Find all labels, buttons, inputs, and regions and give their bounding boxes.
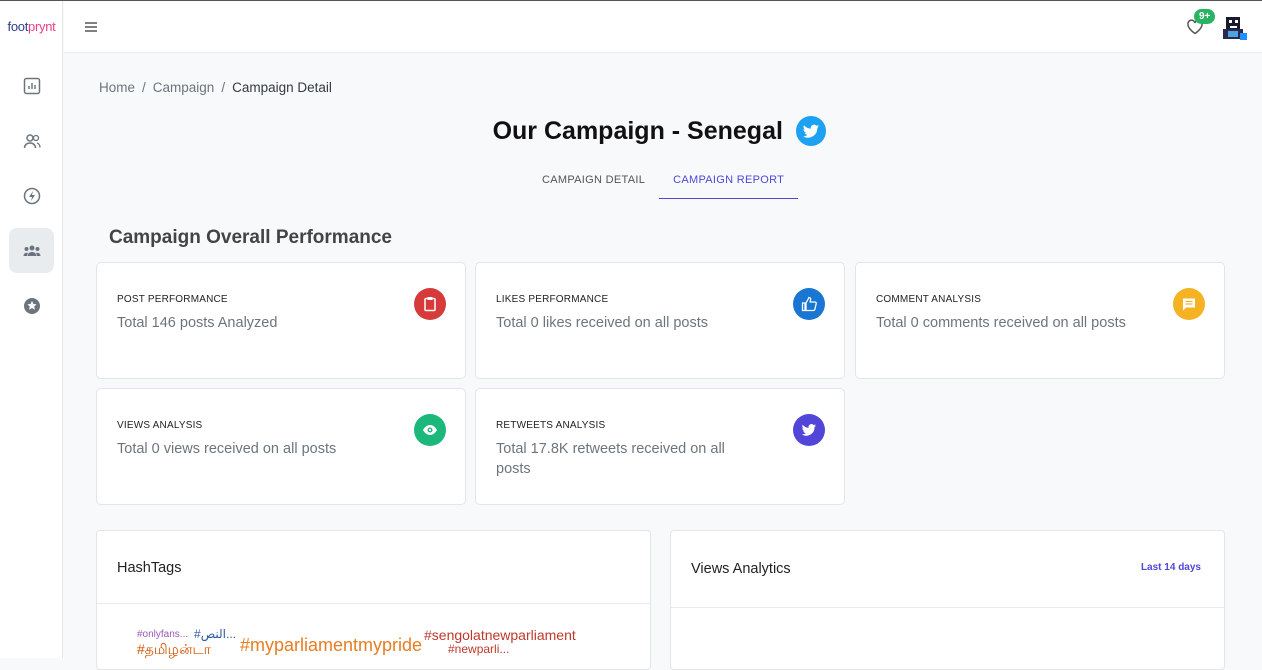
hashtags-title: HashTags (97, 531, 650, 604)
card-desc: Total 17.8K retweets received on all pos… (496, 441, 725, 477)
hamburger-menu-icon[interactable] (82, 18, 100, 36)
card-label: VIEWS ANALYSIS (117, 420, 203, 431)
page-title: Our Campaign - Senegal (492, 116, 783, 145)
card-label: POST PERFORMANCE (117, 294, 228, 305)
sidebar-item-groups[interactable] (9, 228, 54, 273)
hashtag-word[interactable]: #newparli... (448, 642, 509, 656)
avatar[interactable] (1220, 15, 1248, 41)
date-range-link[interactable]: Last 14 days (1141, 562, 1201, 573)
tab-campaign-detail[interactable]: CAMPAIGN DETAIL (528, 166, 659, 199)
group-icon (23, 245, 40, 256)
sidebar-item-favorites[interactable] (9, 283, 54, 328)
views-analytics-panel: Views Analytics Last 14 days (670, 530, 1225, 670)
logo[interactable]: footprynt (0, 19, 63, 34)
star-icon (23, 297, 40, 314)
breadcrumb-campaign[interactable]: Campaign (153, 80, 215, 95)
card-desc: Total 0 views received on all posts (117, 441, 337, 457)
likes-performance-card: LIKES PERFORMANCE Total 0 likes received… (475, 262, 845, 379)
hashtag-word[interactable]: #onlyfans... (137, 629, 188, 640)
comment-analysis-card: COMMENT ANALYSIS Total 0 comments receiv… (855, 262, 1225, 379)
card-label: LIKES PERFORMANCE (496, 294, 609, 305)
breadcrumb-current: Campaign Detail (232, 80, 332, 95)
retweets-analysis-card: RETWEETS ANALYSIS Total 17.8K retweets r… (475, 388, 845, 505)
thumbs-up-icon (793, 288, 825, 320)
sidebar-item-campaigns[interactable] (9, 173, 54, 218)
lightning-icon (23, 187, 40, 204)
post-performance-card: POST PERFORMANCE Total 146 posts Analyze… (96, 262, 466, 379)
card-label: RETWEETS ANALYSIS (496, 420, 606, 431)
twitter-icon (796, 116, 827, 146)
tabs: CAMPAIGN DETAIL CAMPAIGN REPORT (528, 166, 799, 199)
tab-campaign-report[interactable]: CAMPAIGN REPORT (659, 166, 799, 199)
notification-badge: 9+ (1194, 9, 1216, 24)
sidebar: footprynt (0, 1, 63, 658)
hashtag-word[interactable]: #النص... (194, 627, 236, 641)
section-title: Campaign Overall Performance (109, 227, 392, 248)
sidebar-item-dashboard[interactable] (9, 63, 54, 108)
top-bar: 9+ (64, 1, 1262, 53)
card-desc: Total 0 comments received on all posts (876, 315, 1126, 331)
card-desc: Total 0 likes received on all posts (496, 315, 708, 331)
breadcrumb: Home / Campaign / Campaign Detail (99, 80, 332, 95)
hashtag-word[interactable]: #தமிழன்டா (137, 641, 211, 660)
clipboard-icon (414, 288, 446, 320)
eye-icon (414, 414, 446, 446)
views-analysis-card: VIEWS ANALYSIS Total 0 views received on… (96, 388, 466, 505)
chart-icon (23, 77, 40, 94)
hashtags-panel: HashTags #onlyfans... #النص... #myparlia… (96, 530, 651, 670)
card-desc: Total 146 posts Analyzed (117, 315, 278, 331)
hashtag-word[interactable]: #sengolatnewparliament (424, 627, 576, 643)
twitter-icon (793, 414, 825, 446)
comment-icon (1173, 288, 1205, 320)
hashtag-word[interactable]: #myparliamentmypride (240, 635, 422, 656)
breadcrumb-home[interactable]: Home (99, 80, 135, 95)
card-label: COMMENT ANALYSIS (876, 294, 982, 305)
